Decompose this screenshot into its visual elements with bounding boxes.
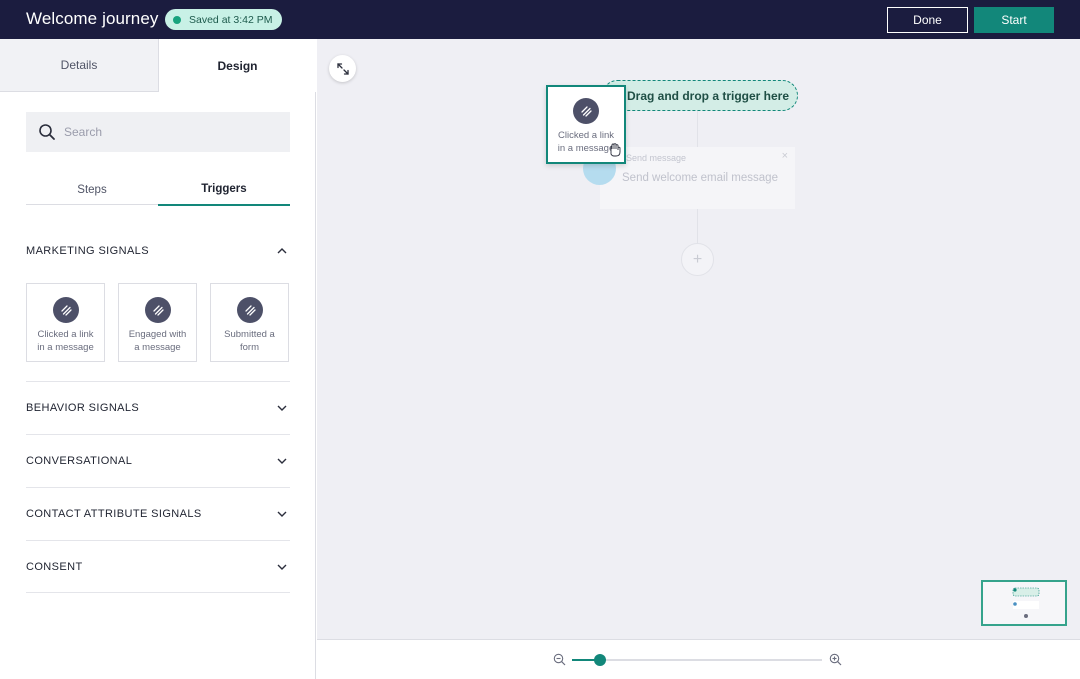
section-marketing-signals[interactable]: MARKETING SIGNALS	[26, 225, 290, 277]
section-label: CONTACT ATTRIBUTE SIGNALS	[26, 508, 202, 520]
zoom-slider[interactable]	[572, 654, 822, 666]
trigger-dropzone[interactable]: Drag and drop a trigger here	[602, 80, 798, 111]
link-signal-icon	[144, 297, 171, 323]
zoom-out-icon[interactable]	[553, 653, 566, 666]
section-behavior-signals[interactable]: BEHAVIOR SIGNALS	[26, 382, 290, 434]
section-contact-attribute-signals[interactable]: CONTACT ATTRIBUTE SIGNALS	[26, 488, 290, 540]
saved-dot-icon	[173, 15, 181, 24]
saved-status-badge: Saved at 3:42 PM	[165, 9, 283, 30]
canvas-minimap[interactable]	[981, 580, 1067, 626]
done-button[interactable]: Done	[887, 7, 968, 33]
divider	[26, 592, 290, 593]
zoom-bar	[317, 639, 1080, 679]
search-icon	[39, 124, 55, 140]
journey-canvas[interactable]: Drag and drop a trigger here Send messag…	[317, 39, 1080, 639]
connector-line	[697, 209, 698, 243]
marketing-signal-cards: Clicked a link in a message Engaged with a…	[26, 283, 290, 363]
subtabs: Steps Triggers	[26, 174, 290, 206]
saved-status-label: Saved at 3:42 PM	[189, 13, 273, 26]
sidebar-tabs: Details Design	[0, 39, 316, 92]
expand-arrows-icon	[336, 62, 349, 75]
sidebar: Details Design Steps Triggers MARKETING …	[0, 39, 316, 679]
trigger-card-label: Engaged with a message	[128, 329, 187, 353]
start-button[interactable]: Start	[974, 7, 1054, 33]
link-signal-icon	[52, 297, 79, 323]
trigger-card-clicked-link[interactable]: Clicked a link in a message	[26, 283, 105, 362]
link-signal-icon	[573, 98, 599, 124]
trigger-card-engaged-message[interactable]: Engaged with a message	[118, 283, 197, 362]
trigger-card-submitted-form[interactable]: Submitted a form	[210, 283, 289, 362]
section-conversational[interactable]: CONVERSATIONAL	[26, 435, 290, 487]
trigger-card-label: Clicked a link in a message	[37, 329, 94, 353]
minimap-preview	[1012, 587, 1040, 618]
chevron-down-icon	[277, 458, 287, 464]
chevron-up-icon	[277, 248, 287, 254]
search-input[interactable]	[64, 112, 284, 152]
connector-line	[697, 111, 698, 147]
add-step-button[interactable]: +	[681, 243, 714, 276]
section-label: BEHAVIOR SIGNALS	[26, 402, 140, 414]
close-icon[interactable]: ×	[782, 150, 788, 162]
section-consent[interactable]: CONSENT	[26, 541, 290, 593]
chevron-down-icon	[277, 405, 287, 411]
trigger-card-label: Submitted a form	[224, 329, 275, 353]
step-node-text: Send welcome email message	[622, 172, 778, 184]
journey-title[interactable]: Welcome journey	[26, 9, 159, 29]
step-node-send-message[interactable]: Send message Send welcome email message …	[600, 147, 795, 209]
step-node-title: Send message	[626, 153, 687, 163]
chevron-down-icon	[277, 511, 287, 517]
search-box	[26, 112, 290, 152]
tab-triggers[interactable]: Triggers	[158, 174, 290, 206]
tab-steps[interactable]: Steps	[26, 174, 158, 205]
zoom-in-icon[interactable]	[829, 653, 842, 666]
section-label: CONSENT	[26, 561, 83, 573]
grab-cursor-icon	[610, 143, 621, 157]
expand-canvas-button[interactable]	[329, 55, 356, 82]
link-signal-icon	[236, 297, 263, 323]
zoom-slider-thumb[interactable]	[593, 654, 606, 666]
top-bar: Welcome journey Saved at 3:42 PM Done St…	[0, 0, 1080, 39]
tab-design[interactable]: Design	[159, 39, 316, 92]
section-label: MARKETING SIGNALS	[26, 245, 149, 257]
tab-details[interactable]: Details	[0, 39, 159, 92]
chevron-down-icon	[277, 564, 287, 570]
section-label: CONVERSATIONAL	[26, 455, 133, 467]
